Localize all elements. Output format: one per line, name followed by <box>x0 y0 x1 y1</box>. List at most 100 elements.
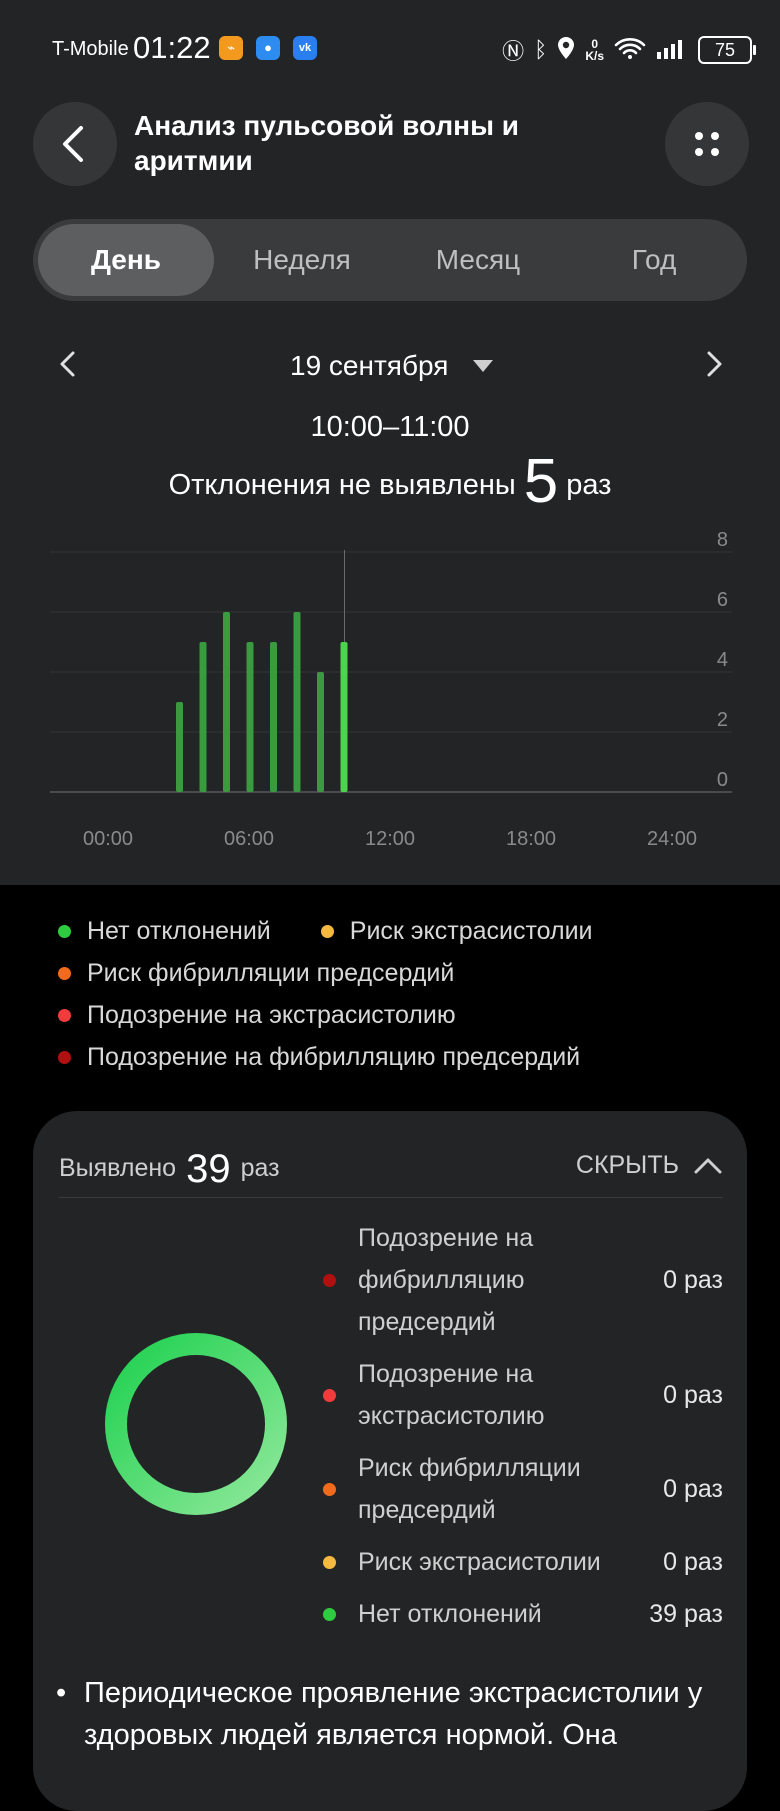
chart-bar <box>293 612 301 792</box>
breakdown-count: 0 раз <box>663 1265 723 1294</box>
legend-label: Риск экстрасистолии <box>349 916 593 945</box>
back-button[interactable] <box>33 102 117 186</box>
battery-indicator: 75 <box>698 36 756 64</box>
donut-ring <box>105 1333 287 1515</box>
pulse-chart[interactable]: 0 2 4 6 8 00:00 06:00 12:00 18:00 24:00 <box>0 520 780 860</box>
tab-week[interactable]: Неделя <box>214 224 390 296</box>
bluetooth-icon: ᛒ <box>534 37 548 62</box>
breakdown-label: Риск фибрилляции предсердий <box>358 1454 581 1524</box>
chart-bar <box>199 642 207 792</box>
detected-unit: раз <box>240 1154 280 1182</box>
legend-item-no-deviations: Нет отклонений <box>58 917 271 946</box>
breakdown-row-af-risk: Риск фибрилляции предсердий 0 раз <box>323 1447 723 1531</box>
breakdown-label: Нет отклонений <box>358 1600 542 1628</box>
tab-day[interactable]: День <box>38 224 214 296</box>
chart-bar <box>340 642 348 792</box>
breakdown-count: 0 раз <box>663 1547 723 1576</box>
legend-dot <box>58 1050 71 1064</box>
legend-dot <box>58 1008 71 1022</box>
chart-x-tick-label: 00:00 <box>83 828 133 850</box>
legend-label: Нет отклонений <box>87 916 271 945</box>
legend-dot <box>58 924 71 938</box>
carrier-name: T-Mobile <box>52 38 129 60</box>
legend: Нет отклонений Риск экстрасистолии Риск … <box>58 910 643 1078</box>
breakdown-dot <box>323 1607 336 1621</box>
period-tabs: День Неделя Месяц Год <box>33 219 747 301</box>
summary-line: Отклонения не выявлены 5 раз <box>0 446 780 517</box>
info-note: • Периодическое проявление экстрасистоли… <box>56 1672 736 1756</box>
chart-bar <box>246 642 254 792</box>
detected-count: 39 <box>186 1147 231 1191</box>
location-icon <box>557 36 575 65</box>
bullet: • <box>56 1677 67 1709</box>
chart-bar <box>223 612 230 792</box>
notification-app-icon: ⌁ <box>219 36 243 60</box>
breakdown-label: Подозрение на экстрасистолию <box>358 1360 545 1430</box>
legend-item-extrasystole-risk: Риск экстрасистолии <box>320 916 593 946</box>
breakdown-label: Риск экстрасистолии <box>358 1548 601 1576</box>
chat-bubble-icon: ● <box>256 36 280 60</box>
chart-y-tick-label: 6 <box>717 589 728 611</box>
breakdown-count: 0 раз <box>663 1380 723 1409</box>
hide-label: СКРЫТЬ <box>575 1151 679 1179</box>
breakdown-count: 0 раз <box>663 1474 723 1503</box>
legend-item-extrasystole-suspected: Подозрение на экстрасистолию <box>58 994 643 1036</box>
network-speed: 0 K/s <box>585 38 604 62</box>
wifi-icon <box>614 36 646 65</box>
distribution-donut <box>105 1333 287 1515</box>
legend-item-af-risk: Риск фибрилляции предсердий <box>58 952 643 994</box>
breakdown-row-extrasystole-risk: Риск экстрасистолии 0 раз <box>323 1541 723 1583</box>
chart-x-tick-label: 18:00 <box>506 828 556 850</box>
legend-label: Риск фибрилляции предсердий <box>87 958 455 987</box>
breakdown-dot <box>323 1388 336 1402</box>
nfc-icon: Ⓝ <box>502 39 525 64</box>
breakdown-count: 39 раз <box>649 1599 723 1628</box>
summary-count: 5 <box>523 447 559 516</box>
date-label: 19 сентября <box>290 350 449 381</box>
summary-text: Отклонения не выявлены <box>168 469 516 501</box>
summary-unit: раз <box>566 469 612 501</box>
card-header: Выявлено 39 раз СКРЫТЬ <box>59 1141 723 1198</box>
chart-bar <box>176 702 183 792</box>
chart-x-tick-label: 24:00 <box>647 828 697 850</box>
chart-y-tick-label: 8 <box>717 529 728 551</box>
hide-button[interactable]: СКРЫТЬ <box>576 1151 723 1180</box>
previous-day-button[interactable] <box>48 344 88 389</box>
breakdown-row-extrasystole-suspected: Подозрение на экстрасистолию 0 раз <box>323 1353 723 1437</box>
status-bar: T-Mobile 01:22 ⌁ ● vk Ⓝ ᛒ 0 K/s 75 <box>0 0 780 100</box>
chart-x-tick-label: 12:00 <box>365 828 415 850</box>
legend-label: Подозрение на фибрилляцию предсердий <box>87 1042 581 1071</box>
four-dots-icon <box>695 132 719 156</box>
chart-y-tick-label: 2 <box>717 709 728 731</box>
tab-year[interactable]: Год <box>566 224 742 296</box>
vk-icon: vk <box>293 36 317 60</box>
breakdown-dot <box>323 1555 336 1569</box>
tab-month[interactable]: Месяц <box>390 224 566 296</box>
legend-label: Подозрение на экстрасистолию <box>87 1000 456 1029</box>
breakdown-dot <box>323 1482 336 1496</box>
breakdown-dot <box>323 1273 336 1287</box>
next-day-button[interactable] <box>694 344 734 389</box>
chart-x-tick-label: 06:00 <box>224 828 274 850</box>
info-note-text: Периодическое проявление экстрасистолии … <box>84 1677 703 1751</box>
more-options-button[interactable] <box>665 102 749 186</box>
chevron-up-icon <box>694 1158 722 1173</box>
signal-icon <box>656 37 688 64</box>
detected-label: Выявлено <box>59 1154 177 1182</box>
caret-down-icon <box>473 360 493 372</box>
chart-y-tick-label: 4 <box>717 649 728 671</box>
chevron-right-icon <box>707 351 722 377</box>
breakdown-label: Подозрение на фибрилляцию предсердий <box>358 1224 534 1336</box>
chevron-left-icon <box>63 126 83 162</box>
status-icons: Ⓝ ᛒ 0 K/s 75 <box>502 34 756 66</box>
network-speed-unit: K/s <box>585 49 604 63</box>
legend-dot <box>58 966 71 980</box>
chart-bar <box>270 642 277 792</box>
chevron-left-icon <box>60 351 75 377</box>
legend-item-af-suspected: Подозрение на фибрилляцию предсердий <box>58 1036 643 1078</box>
breakdown-row-af-suspected: Подозрение на фибрилляцию предсердий 0 р… <box>323 1217 723 1343</box>
legend-dot <box>320 924 334 938</box>
chart-bar <box>317 672 324 792</box>
status-time: 01:22 <box>133 30 211 65</box>
breakdown-row-no-deviations: Нет отклонений 39 раз <box>323 1593 723 1635</box>
